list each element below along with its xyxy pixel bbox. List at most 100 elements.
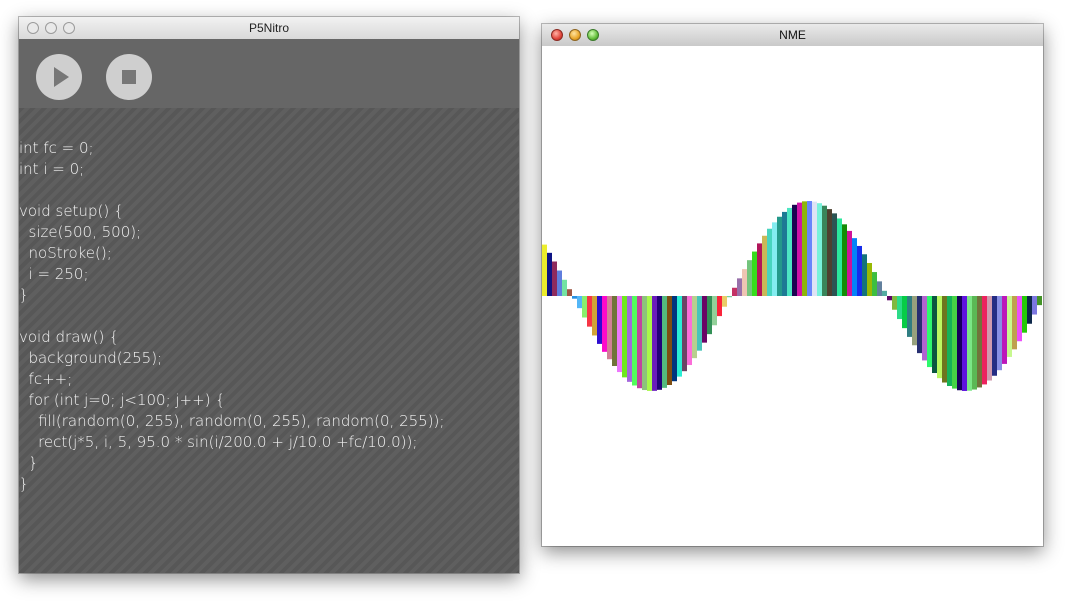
- sine-bar: [827, 209, 832, 296]
- sine-bar: [707, 296, 712, 335]
- sine-bar: [1017, 296, 1022, 342]
- sine-bar: [572, 296, 577, 299]
- sine-bar: [842, 224, 847, 296]
- minimize-icon[interactable]: [569, 29, 581, 41]
- sine-bar: [662, 296, 667, 388]
- sine-bar: [637, 296, 642, 389]
- sine-bar: [622, 296, 627, 378]
- minimize-icon[interactable]: [45, 22, 57, 34]
- sine-bar: [732, 287, 737, 296]
- sine-bar: [602, 296, 607, 352]
- sine-bar: [832, 213, 837, 296]
- sine-bar: [682, 296, 687, 372]
- code-line: fill(random(0, 255), random(0, 255), ran…: [19, 412, 445, 430]
- sine-bar: [712, 296, 717, 326]
- zoom-icon[interactable]: [63, 22, 75, 34]
- sine-bar: [802, 201, 807, 296]
- code-line: void setup() {: [19, 202, 124, 220]
- sine-bar: [787, 207, 792, 296]
- sine-bar: [757, 243, 762, 296]
- stop-button[interactable]: [106, 54, 152, 100]
- sine-bar: [942, 296, 947, 383]
- sine-bar: [857, 245, 862, 296]
- code-line: int fc = 0;: [19, 139, 94, 157]
- sine-bar: [772, 222, 777, 296]
- code-text[interactable]: int fc = 0; int i = 0; void setup() { si…: [19, 138, 444, 495]
- sine-bar: [822, 205, 827, 296]
- sine-bar: [767, 228, 772, 296]
- sine-bar: [1007, 296, 1012, 357]
- sine-bar: [1027, 296, 1032, 324]
- sine-bar: [607, 296, 612, 360]
- close-icon[interactable]: [551, 29, 563, 41]
- sine-bar: [597, 296, 602, 344]
- sine-bars-graphic: [542, 201, 1042, 391]
- sine-bar: [887, 296, 892, 301]
- sine-bar: [797, 202, 802, 296]
- sine-bar: [912, 296, 917, 346]
- code-line: void draw() {: [19, 328, 119, 346]
- window-controls: [27, 22, 75, 34]
- sine-bar: [927, 296, 932, 368]
- sine-bar: [862, 254, 867, 296]
- sine-bar: [962, 296, 967, 391]
- sine-bar: [792, 204, 797, 296]
- sine-bar: [957, 296, 962, 391]
- sine-bar: [747, 260, 752, 296]
- sine-bar: [812, 201, 817, 296]
- sine-bar: [677, 296, 682, 377]
- sine-bar: [1012, 296, 1017, 350]
- sine-bar: [782, 211, 787, 296]
- code-line: int i = 0;: [19, 160, 85, 178]
- sine-bar: [807, 201, 812, 296]
- sine-bar: [547, 252, 552, 296]
- sine-bar: [907, 296, 912, 337]
- sine-bar: [992, 296, 997, 376]
- play-icon: [53, 67, 69, 87]
- sine-bar: [552, 261, 557, 296]
- sine-bar: [977, 296, 982, 388]
- zoom-icon[interactable]: [587, 29, 599, 41]
- sine-bar: [697, 296, 702, 351]
- sine-bar: [1002, 296, 1007, 364]
- play-button[interactable]: [36, 54, 82, 100]
- sine-bar: [917, 296, 922, 354]
- sine-bar: [882, 290, 887, 296]
- editor-toolbar: [19, 39, 519, 108]
- sine-bar: [612, 296, 617, 367]
- code-line: }: [19, 475, 29, 493]
- editor-window: P5Nitro int fc = 0; int i = 0; void setu…: [19, 17, 519, 573]
- code-line: fc++;: [19, 370, 73, 388]
- sine-bar: [852, 238, 857, 296]
- sine-bar: [722, 296, 727, 307]
- sine-bar: [867, 262, 872, 296]
- editor-titlebar[interactable]: P5Nitro: [19, 17, 519, 40]
- sine-bar: [657, 296, 662, 390]
- code-editor[interactable]: int fc = 0; int i = 0; void setup() { si…: [19, 108, 519, 573]
- sine-bar: [777, 216, 782, 296]
- sine-bar: [727, 296, 732, 298]
- code-line: rect(j*5, i, 5, 95.0 * sin(i/200.0 + j/1…: [19, 433, 418, 451]
- sine-bar: [837, 218, 842, 296]
- sine-bar: [752, 251, 757, 296]
- sine-bar: [947, 296, 952, 387]
- nme-window: NME: [542, 24, 1043, 546]
- sine-bar: [577, 296, 582, 309]
- sine-bar: [617, 296, 622, 373]
- close-icon[interactable]: [27, 22, 39, 34]
- editor-title: P5Nitro: [248, 21, 289, 35]
- nme-titlebar[interactable]: NME: [542, 24, 1043, 47]
- sine-bar: [687, 296, 692, 366]
- window-controls: [551, 29, 599, 41]
- sine-bar: [897, 296, 902, 320]
- code-line: }: [19, 454, 39, 472]
- sine-bar: [587, 296, 592, 327]
- sine-bar: [627, 296, 632, 382]
- sine-bar: [817, 203, 822, 296]
- sine-bar: [932, 296, 937, 374]
- sine-bar: [922, 296, 927, 361]
- sine-bar: [987, 296, 992, 381]
- sine-bar: [557, 270, 562, 296]
- sine-bar: [542, 244, 547, 296]
- sine-bar: [902, 296, 907, 329]
